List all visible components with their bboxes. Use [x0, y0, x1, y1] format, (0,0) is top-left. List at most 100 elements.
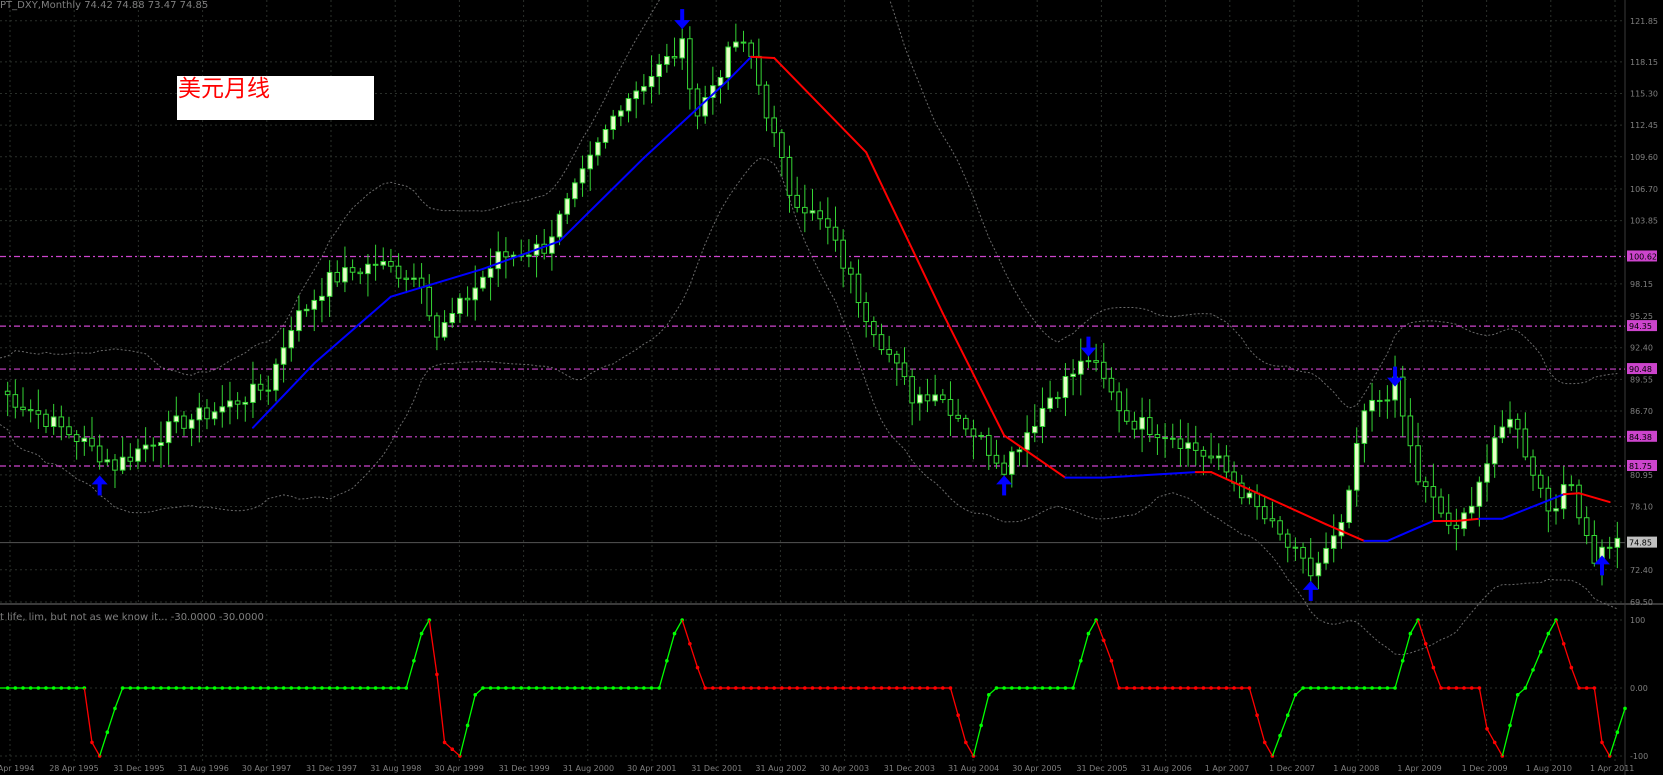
candle-body: [1093, 360, 1099, 363]
candle-body: [1361, 410, 1368, 444]
osc-segment: [114, 687, 124, 709]
osc-segment: [1087, 619, 1097, 634]
osc-segment: [1609, 732, 1618, 757]
candle-body: [4, 390, 11, 396]
candle-body: [1323, 547, 1329, 564]
candle-body: [1269, 518, 1276, 522]
candle-body: [1468, 505, 1475, 514]
y-tick-label: 89.55: [1630, 375, 1653, 384]
candle-body: [855, 273, 862, 304]
candle-body: [1307, 557, 1314, 577]
osc-segment: [980, 694, 990, 726]
osc-segment: [1532, 651, 1542, 671]
candle-body: [1261, 506, 1268, 520]
candle-body: [89, 437, 95, 447]
candle-body: [66, 426, 72, 436]
candle-body: [1522, 428, 1529, 458]
candle-body: [257, 383, 264, 391]
candle-body: [1039, 407, 1046, 427]
candle-body: [326, 271, 333, 297]
candle-body: [901, 362, 908, 378]
x-tick-label: 31 Dec 1995: [113, 764, 164, 773]
candle-body: [1208, 455, 1214, 459]
osc-segment: [405, 660, 415, 689]
candle-body: [142, 444, 149, 450]
candle-body: [1315, 562, 1322, 577]
level-label: 94.35: [1629, 322, 1652, 331]
candle-body: [1560, 484, 1567, 510]
ma-segment: [1455, 517, 1481, 522]
candle-body: [656, 63, 662, 78]
candle-body: [840, 239, 846, 269]
candle-body: [771, 117, 777, 134]
ma-segment: [1386, 519, 1435, 542]
candle-body: [296, 310, 302, 332]
ma-segment: [389, 267, 484, 298]
candle-body: [265, 389, 272, 392]
osc-point: [1623, 706, 1627, 711]
x-tick-label: 1 Apr 2009: [1397, 764, 1441, 773]
candle-body: [20, 406, 26, 411]
candle-body: [43, 413, 49, 428]
down-arrow-icon: [1080, 336, 1097, 357]
y-tick-label: 72.40: [1630, 566, 1653, 575]
candle-body: [1606, 546, 1613, 549]
candle-body: [472, 287, 479, 301]
candle-body: [464, 297, 471, 301]
osc-segment: [1432, 667, 1442, 689]
osc-tick-label: 0.00: [1630, 684, 1648, 693]
candle-body: [595, 141, 601, 156]
candle-body: [227, 400, 233, 408]
osc-segment: [1593, 687, 1603, 743]
candle-body: [188, 419, 195, 429]
osc-segment: [1402, 633, 1412, 661]
candle-body: [12, 394, 19, 408]
y-tick-label: 118.15: [1630, 58, 1658, 67]
candle-body: [1254, 492, 1260, 508]
candle-body: [817, 210, 823, 220]
candle-body: [503, 251, 509, 258]
x-tick-label: 1 Dec 2007: [1269, 764, 1315, 773]
osc-segment: [1547, 619, 1557, 634]
up-arrow-icon: [1302, 580, 1319, 601]
candle-body: [1514, 418, 1521, 430]
candle-body: [135, 448, 141, 462]
candle-body: [495, 251, 502, 270]
candle-body: [81, 437, 88, 443]
candle-body: [1062, 376, 1069, 399]
candle-body: [1162, 437, 1168, 440]
candle-body: [886, 349, 892, 355]
candle-body: [671, 56, 678, 59]
osc-segment: [1616, 708, 1626, 733]
osc-segment: [106, 708, 116, 733]
candle-body: [985, 434, 992, 456]
x-tick-label: 1 Aug 2008: [1333, 764, 1379, 773]
candle-body: [1077, 360, 1084, 375]
osc-segment: [972, 725, 982, 757]
candle-body: [96, 445, 103, 463]
oscillator-line: [0, 618, 1627, 758]
candle-body: [748, 42, 754, 57]
level-label: 81.75: [1629, 462, 1652, 471]
candle-body: [449, 312, 456, 324]
candle-body: [219, 406, 226, 413]
candle-body: [1353, 442, 1360, 491]
x-tick-label: 1 Dec 2009: [1462, 764, 1508, 773]
current-price-label: 74.85: [1629, 539, 1652, 548]
osc-segment: [1509, 694, 1519, 726]
osc-segment: [1555, 619, 1565, 644]
candle-body: [319, 295, 325, 301]
up-arrow-icon: [996, 475, 1013, 496]
y-tick-label: 86.70: [1630, 407, 1653, 416]
ma-segment: [865, 151, 944, 315]
osc-tick-label: 100: [1630, 616, 1645, 625]
ma-segment: [313, 295, 392, 365]
candle-body: [35, 410, 42, 415]
candle-body: [763, 84, 770, 119]
candle-body: [1476, 481, 1483, 507]
candle-body: [664, 56, 670, 65]
candle-body: [1146, 417, 1153, 436]
candle-body: [786, 157, 793, 196]
osc-segment: [1486, 728, 1496, 743]
osc-segment: [1072, 660, 1082, 689]
